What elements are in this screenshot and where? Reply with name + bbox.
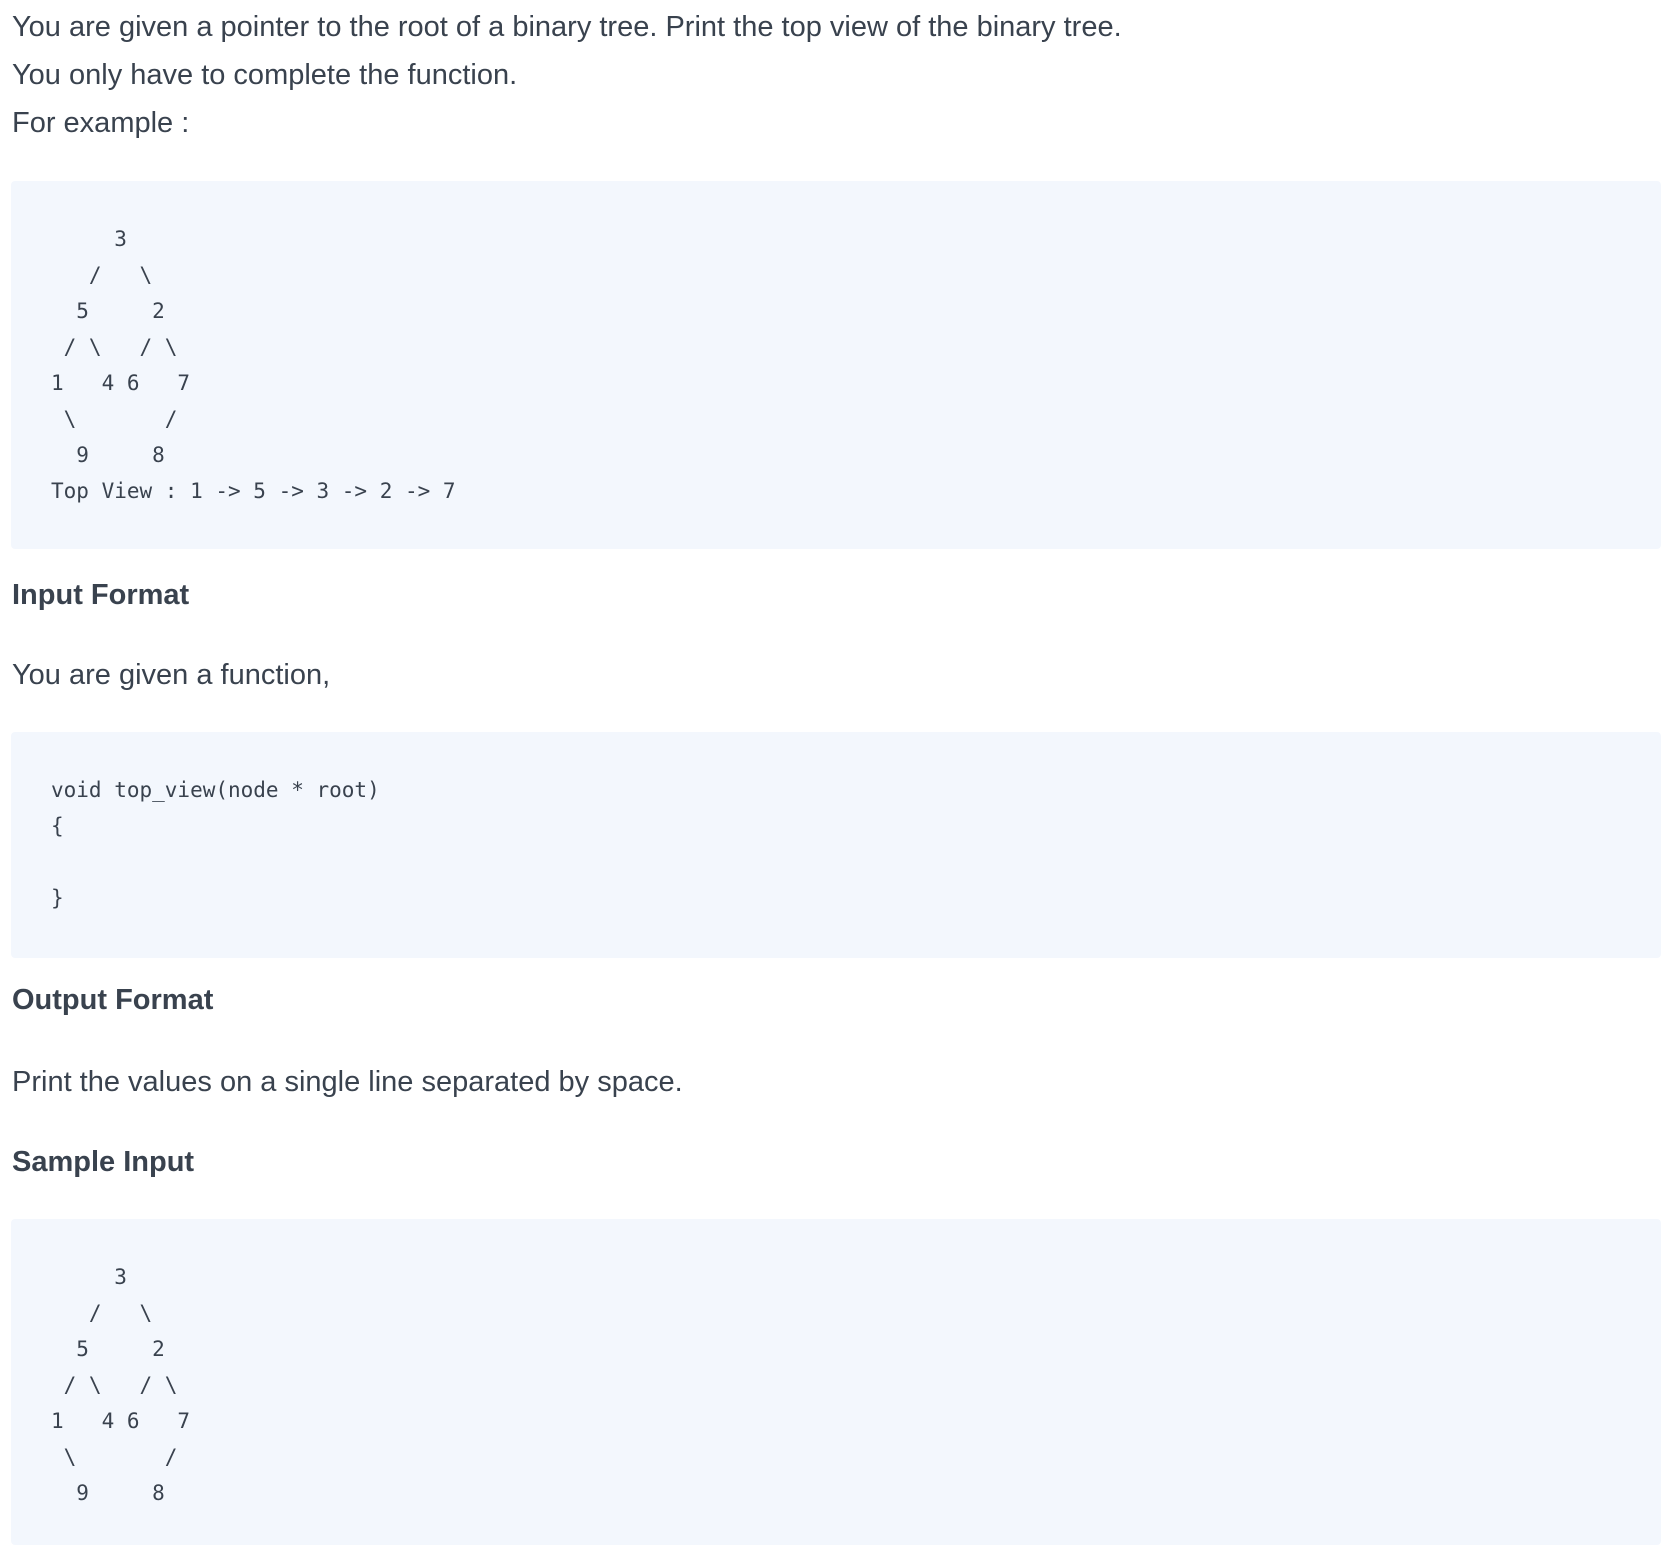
sample-input-heading: Sample Input [12, 1146, 195, 1178]
sample-input-code-block: 3 / \ 5 2 / \ / \ 1 4 6 7 \ / 9 8 [11, 1219, 1661, 1545]
sample-input-code: 3 / \ 5 2 / \ / \ 1 4 6 7 \ / 9 8 [51, 1265, 191, 1505]
intro-line: For example : [12, 107, 190, 139]
example-code-block: 3 / \ 5 2 / \ / \ 1 4 6 7 \ / 9 8 Top Vi… [11, 181, 1661, 549]
input-format-heading: Input Format [12, 579, 190, 611]
output-format-heading: Output Format [12, 984, 214, 1016]
intro-line: You are given a pointer to the root of a… [12, 11, 1122, 43]
output-format-text: Print the values on a single line separa… [12, 1066, 683, 1098]
function-code-block: void top_view(node * root) { } [11, 732, 1661, 958]
intro-line: You only have to complete the function. [12, 59, 518, 91]
function-code: void top_view(node * root) { } [51, 778, 380, 910]
input-format-text: You are given a function, [12, 659, 331, 691]
example-code: 3 / \ 5 2 / \ / \ 1 4 6 7 \ / 9 8 Top Vi… [51, 227, 456, 503]
